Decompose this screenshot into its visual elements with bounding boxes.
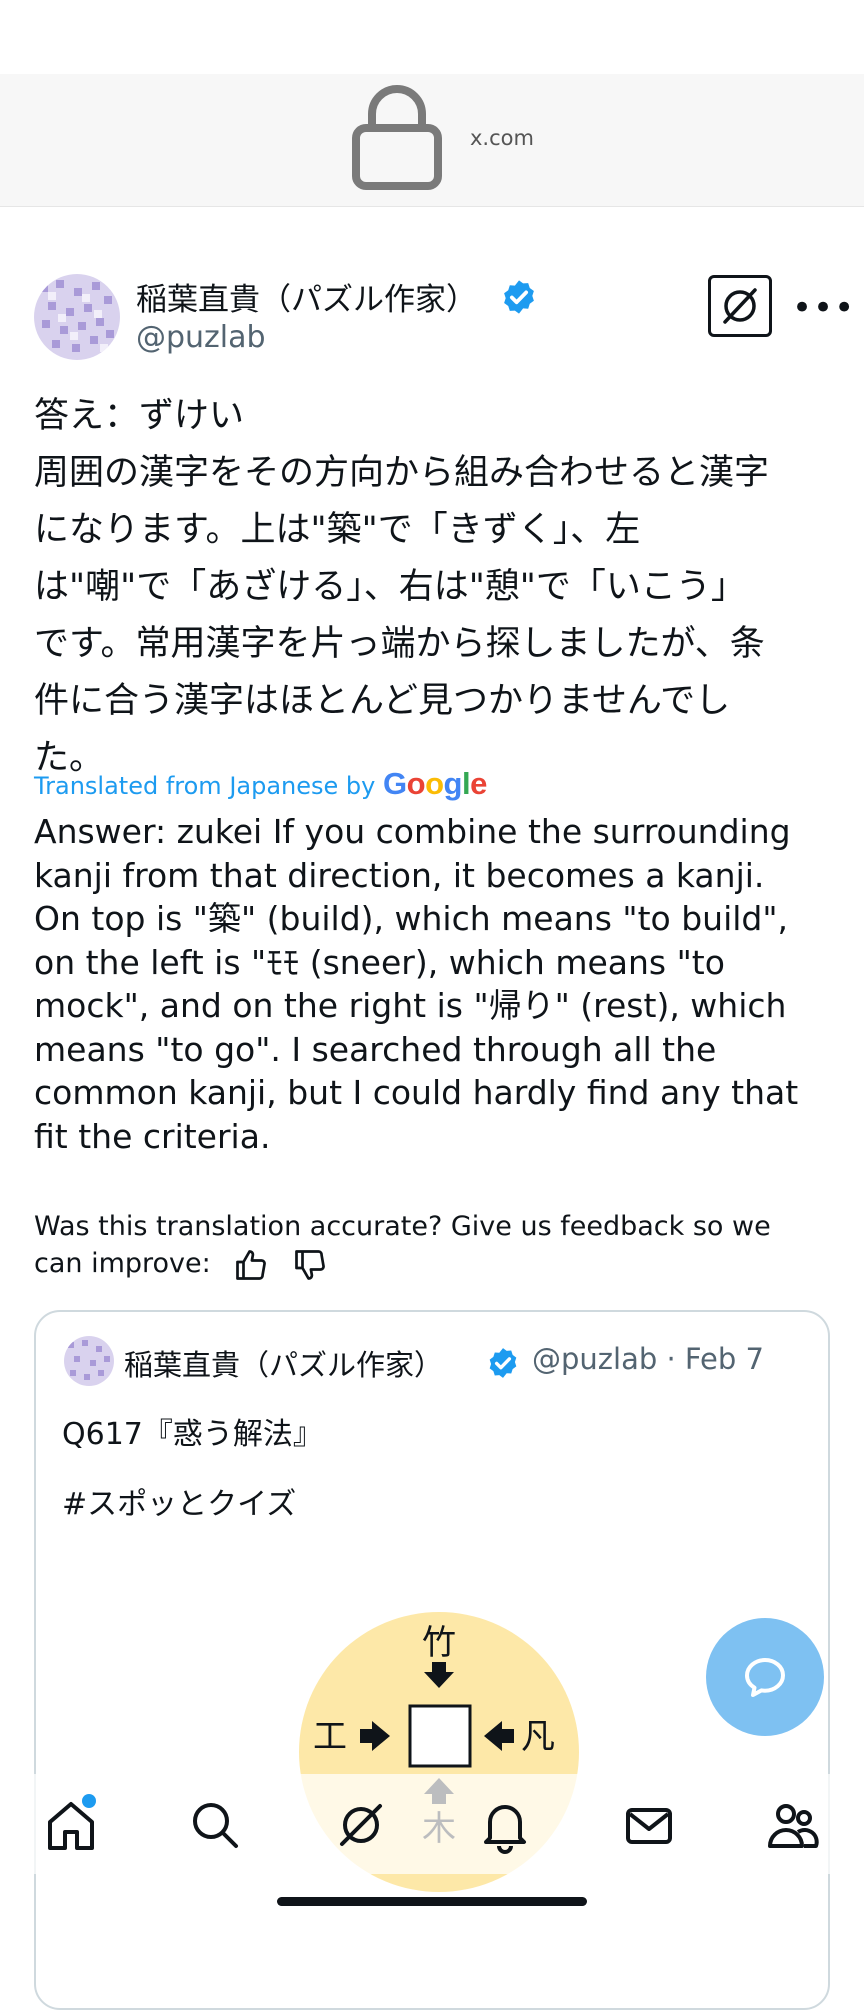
quoted-author-name: 稲葉直貴（パズル作家）: [124, 1348, 444, 1382]
quoted-text: Q617『惑う解法』 #スポッとクイズ: [62, 1400, 323, 1540]
puzzle-image[interactable]: 竹 工 凡 木: [298, 1602, 580, 1932]
quoted-author-avatar: [64, 1336, 114, 1386]
tweet-text-line: です。常用漢字を片っ端から探しましたが、条: [34, 624, 765, 664]
tweet-text-line: 件に合う漢字はほとんど見つかりませんでし: [34, 681, 731, 721]
home-indicator[interactable]: [277, 1897, 587, 1906]
author-handle[interactable]: @puzlab: [136, 320, 266, 355]
verified-badge-icon: [504, 280, 534, 314]
translated-text-line: on the left is "ﾓﾓ (sneer), which means …: [34, 942, 725, 982]
author-name[interactable]: 稲葉直貴（パズル作家）: [136, 274, 477, 319]
communities-icon[interactable]: [764, 1796, 822, 1854]
tweet-text-line: 周囲の漢字をその方向から組み合わせると漢字: [34, 453, 770, 493]
url-domain[interactable]: x.com: [470, 126, 534, 150]
translated-text-line: common kanji, but I could hardly find an…: [34, 1073, 799, 1112]
home-notification-dot: [82, 1794, 96, 1808]
puzzle-right-kanji: 凡: [521, 1717, 555, 1757]
compose-button[interactable]: [706, 1618, 824, 1736]
search-icon[interactable]: [186, 1796, 244, 1854]
quoted-meta: @puzlab · Feb 7: [532, 1342, 764, 1376]
tweet-text-line: は"嘲"で「あざける」、右は"憩"で「いこう」: [34, 567, 746, 607]
author-avatar[interactable]: [34, 274, 120, 360]
translation-attribution[interactable]: Translated from Japanese by Google: [34, 766, 487, 802]
quoted-hashtag[interactable]: #スポッとクイズ: [62, 1470, 323, 1540]
puzzle-left-kanji: 工: [313, 1717, 347, 1757]
grok-icon[interactable]: [332, 1796, 390, 1854]
lock-icon: [352, 85, 442, 190]
feedback-text: Was this translation accurate? Give us f…: [34, 1211, 771, 1242]
more-icon[interactable]: •••: [792, 288, 855, 328]
bottom-navigation: [0, 1774, 864, 1874]
translated-text-line: On top is "築" (build), which means "to b…: [34, 899, 789, 938]
compose-icon: [745, 1658, 785, 1697]
translated-text: Answer: zukei If you combine the surroun…: [34, 810, 834, 1158]
google-logo: Google: [383, 766, 487, 801]
puzzle-top-kanji: 竹: [422, 1623, 456, 1663]
thumbs-down-icon[interactable]: [292, 1247, 328, 1283]
notifications-icon[interactable]: [476, 1796, 534, 1854]
translated-text-line: means "to go". I searched through all th…: [34, 1029, 717, 1069]
feedback-text: can improve:: [34, 1248, 211, 1279]
thumbs-up-icon[interactable]: [233, 1247, 269, 1283]
translated-text-line: Answer: zukei If you combine the surroun…: [34, 812, 791, 851]
translated-label: Translated from Japanese by: [34, 772, 376, 800]
translation-feedback: Was this translation accurate? Give us f…: [34, 1208, 834, 1283]
quoted-text-line: Q617『惑う解法』: [62, 1417, 323, 1452]
tweet-text-line: 答え：ずけい: [34, 396, 245, 436]
puzzle-answer-box: [408, 1704, 472, 1768]
tweet-text-line: になります。上は"築"で「きずく」、左: [34, 510, 641, 550]
translated-text-line: fit the criteria.: [34, 1116, 271, 1156]
messages-icon[interactable]: [620, 1796, 678, 1854]
verified-badge-icon: [489, 1348, 517, 1378]
grok-icon[interactable]: [708, 275, 772, 337]
translated-text-line: kanji from that direction, it becomes a …: [34, 855, 765, 895]
tweet-text: 答え：ずけい 周囲の漢字をその方向から組み合わせると漢字 になります。上は"築"…: [34, 388, 834, 787]
translated-text-line: mock", and on the right is "帰り" (rest), …: [34, 986, 787, 1025]
